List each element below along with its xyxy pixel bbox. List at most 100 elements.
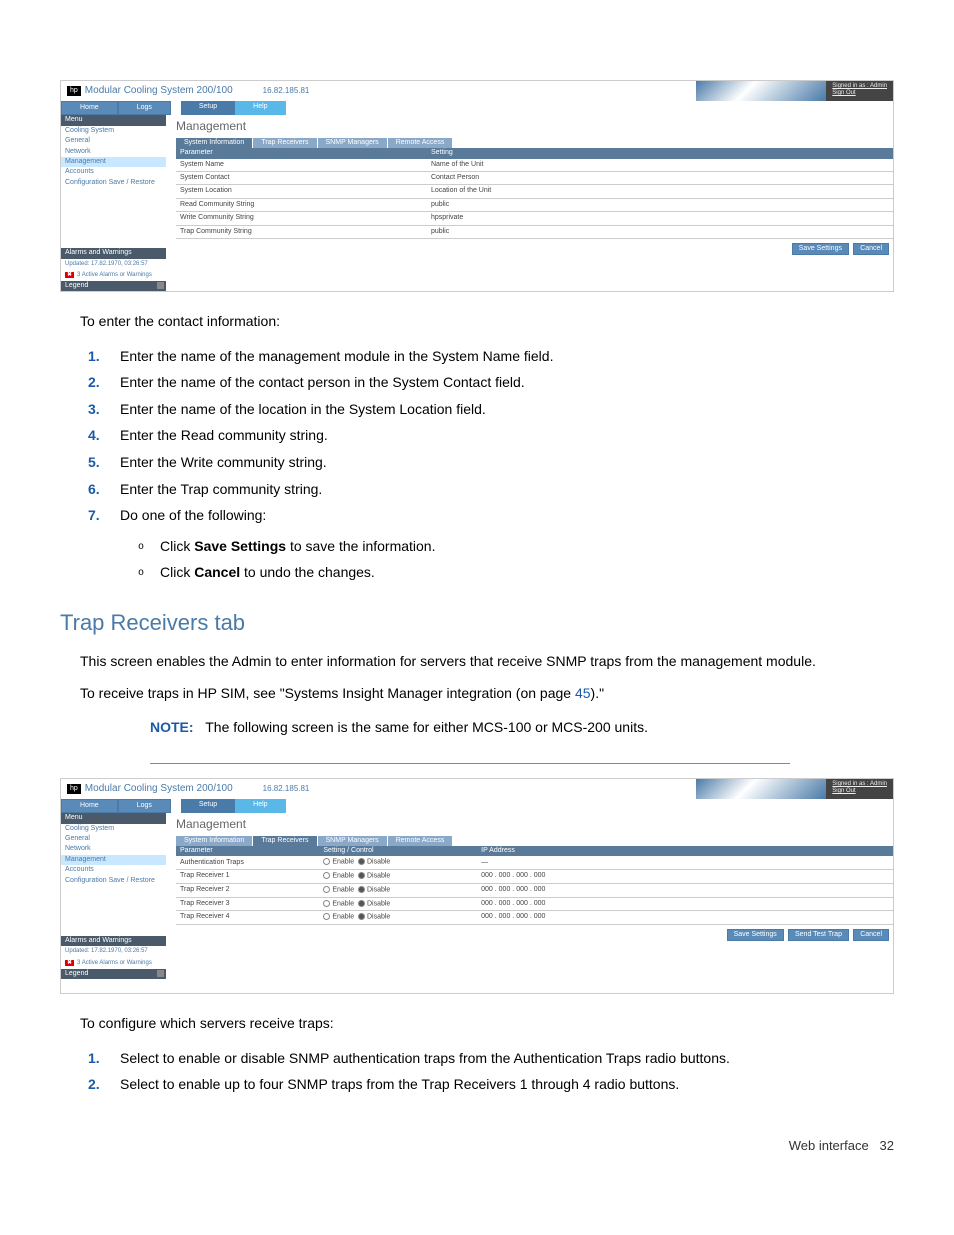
alarms-count[interactable]: ✖3 Active Alarms or Warnings [61,270,166,281]
ss2-header: hp Modular Cooling System 200/100 16.82.… [61,779,893,799]
sidebar-item-accounts[interactable]: Accounts [61,167,166,177]
alarm-badge-icon: ✖ [65,960,74,966]
tab-help[interactable]: Help [235,799,285,813]
step-item: Enter the name of the contact person in … [80,369,894,396]
login-info[interactable]: Signed in as : Admin Sign Out [826,779,893,799]
enable-disable-cell: Enable Disable [319,856,477,869]
substep-item: Click Cancel to undo the changes. [120,559,894,586]
legend-toggle-icon[interactable] [157,282,164,289]
sidebar-item-config[interactable]: Configuration Save / Restore [61,178,166,188]
tab-home[interactable]: Home [61,799,118,813]
tab-setup[interactable]: Setup [181,101,235,115]
save-button[interactable]: Save Settings [792,243,849,255]
param-label: System Contact [176,171,427,184]
col-setting: Setting [427,148,893,158]
subtab-trapreceivers[interactable]: Trap Receivers [253,836,316,846]
param-value[interactable]: Location of the Unit [427,185,893,198]
radio-disable[interactable] [358,858,365,865]
subtab-remoteaccess[interactable]: Remote Access [388,836,453,846]
sign-out-link[interactable]: Sign Out [832,788,855,794]
steps-list-2: Select to enable or disable SNMP authent… [80,1045,894,1098]
alarm-count-text: 3 Active Alarms or Warnings [77,960,152,966]
note-block: NOTE: The following screen is the same f… [150,719,790,764]
subtab-sysinfo[interactable]: System Information [176,138,252,148]
col-parameter: Parameter [176,846,319,856]
table-row: Authentication Traps Enable Disable — [176,856,893,869]
section-heading: Trap Receivers tab [60,610,894,636]
main-panel: Management System Information Trap Recei… [166,813,893,993]
col-setting: Setting / Control [319,846,477,856]
ip-cell[interactable]: 000 . 000 . 000 . 000 [477,897,893,911]
sidebar-item-network[interactable]: Network [61,147,166,157]
radio-enable[interactable] [323,900,330,907]
alarms-count[interactable]: ✖3 Active Alarms or Warnings [61,958,166,969]
step-item: Select to enable up to four SNMP traps f… [80,1071,894,1098]
banner-graphic [696,81,826,101]
step-item: Enter the Trap community string. [80,476,894,503]
cancel-button[interactable]: Cancel [853,243,889,255]
param-value[interactable]: hpsprivate [427,212,893,225]
screenshot-system-information: hp Modular Cooling System 200/100 16.82.… [60,80,894,292]
radio-disable[interactable] [358,900,365,907]
radio-enable[interactable] [323,913,330,920]
table-row: Trap Receiver 4 Enable Disable 000 . 000… [176,911,893,925]
tab-logs[interactable]: Logs [118,799,171,813]
step-item: Enter the name of the location in the Sy… [80,396,894,423]
sign-out-link[interactable]: Sign Out [832,90,855,96]
cancel-button[interactable]: Cancel [853,929,889,941]
radio-disable[interactable] [358,872,365,879]
save-button[interactable]: Save Settings [727,929,784,941]
sidebar-item-general[interactable]: General [61,136,166,146]
hp-logo-icon: hp [67,784,81,794]
radio-disable[interactable] [358,913,365,920]
sidebar-item-config[interactable]: Configuration Save / Restore [61,876,166,886]
intro-text-2: To configure which servers receive traps… [80,1012,894,1034]
tab-setup[interactable]: Setup [181,799,235,813]
radio-enable[interactable] [323,886,330,893]
ip-cell[interactable]: 000 . 000 . 000 . 000 [477,870,893,884]
sidebar-item-management[interactable]: Management [61,855,166,865]
legend-toggle-icon[interactable] [157,970,164,977]
legend-bar[interactable]: Legend [61,281,166,291]
legend-bar[interactable]: Legend [61,969,166,979]
subtab-sysinfo[interactable]: System Information [176,836,252,846]
param-value[interactable]: Contact Person [427,171,893,184]
login-info[interactable]: Signed in as : Admin Sign Out [826,81,893,101]
hp-logo-icon: hp [67,86,81,96]
sidebar-item-network[interactable]: Network [61,844,166,854]
signed-in-label: Signed in as : Admin [832,781,887,787]
subtab-snmpmanagers[interactable]: SNMP Managers [318,836,387,846]
param-value[interactable]: public [427,198,893,211]
button-bar: Save Settings Send Test Trap Cancel [176,925,893,945]
param-label: Authentication Traps [176,856,319,869]
ip-cell[interactable]: 000 . 000 . 000 . 000 [477,883,893,897]
subtab-snmpmanagers[interactable]: SNMP Managers [318,138,387,148]
table-row: Trap Community Stringpublic [176,225,893,238]
radio-enable[interactable] [323,858,330,865]
tab-logs[interactable]: Logs [118,101,171,115]
ip-cell[interactable]: 000 . 000 . 000 . 000 [477,911,893,925]
send-test-trap-button[interactable]: Send Test Trap [788,929,849,941]
sidebar-item-cooling[interactable]: Cooling System [61,126,166,136]
sidebar-item-cooling[interactable]: Cooling System [61,824,166,834]
subtab-remoteaccess[interactable]: Remote Access [388,138,453,148]
tab-home[interactable]: Home [61,101,118,115]
radio-disable[interactable] [358,886,365,893]
subtab-trapreceivers[interactable]: Trap Receivers [253,138,316,148]
param-value[interactable]: Name of the Unit [427,159,893,172]
top-nav: Home Logs Setup Help [61,101,893,115]
radio-enable[interactable] [323,872,330,879]
sidebar-item-management[interactable]: Management [61,157,166,167]
menu-header: Menu [61,115,166,125]
button-bar: Save Settings Cancel [176,239,893,259]
paragraph-2: To receive traps in HP SIM, see "Systems… [80,682,894,704]
paragraph-1: This screen enables the Admin to enter i… [80,650,894,672]
sidebar-item-accounts[interactable]: Accounts [61,865,166,875]
note-label: NOTE: [150,719,194,735]
param-value[interactable]: public [427,225,893,238]
param-label: Trap Receiver 1 [176,870,319,884]
tab-help[interactable]: Help [235,101,285,115]
page-link[interactable]: 45 [575,685,591,701]
sidebar: Menu Cooling System General Network Mana… [61,115,166,291]
sidebar-item-general[interactable]: General [61,834,166,844]
